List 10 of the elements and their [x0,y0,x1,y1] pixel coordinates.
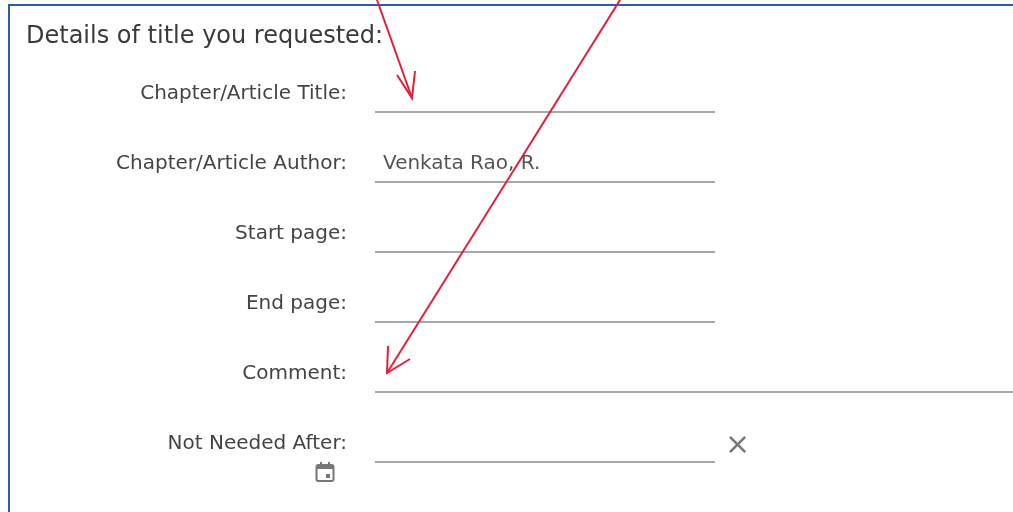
field-label: Start page: [235,219,347,245]
calendar-icon[interactable] [315,461,335,483]
section-heading: Details of title you requested: [25,20,385,51]
field-label: Chapter/Article Title: [140,79,347,105]
field-label: End page: [245,289,347,315]
field-label: Not Needed After: [167,429,347,455]
input-field[interactable]: Venkata Rao, R. [375,143,715,183]
clear-button[interactable]: × [723,429,753,459]
field-label: Chapter/Article Author: [116,149,347,175]
field-label: Comment: [242,359,347,385]
